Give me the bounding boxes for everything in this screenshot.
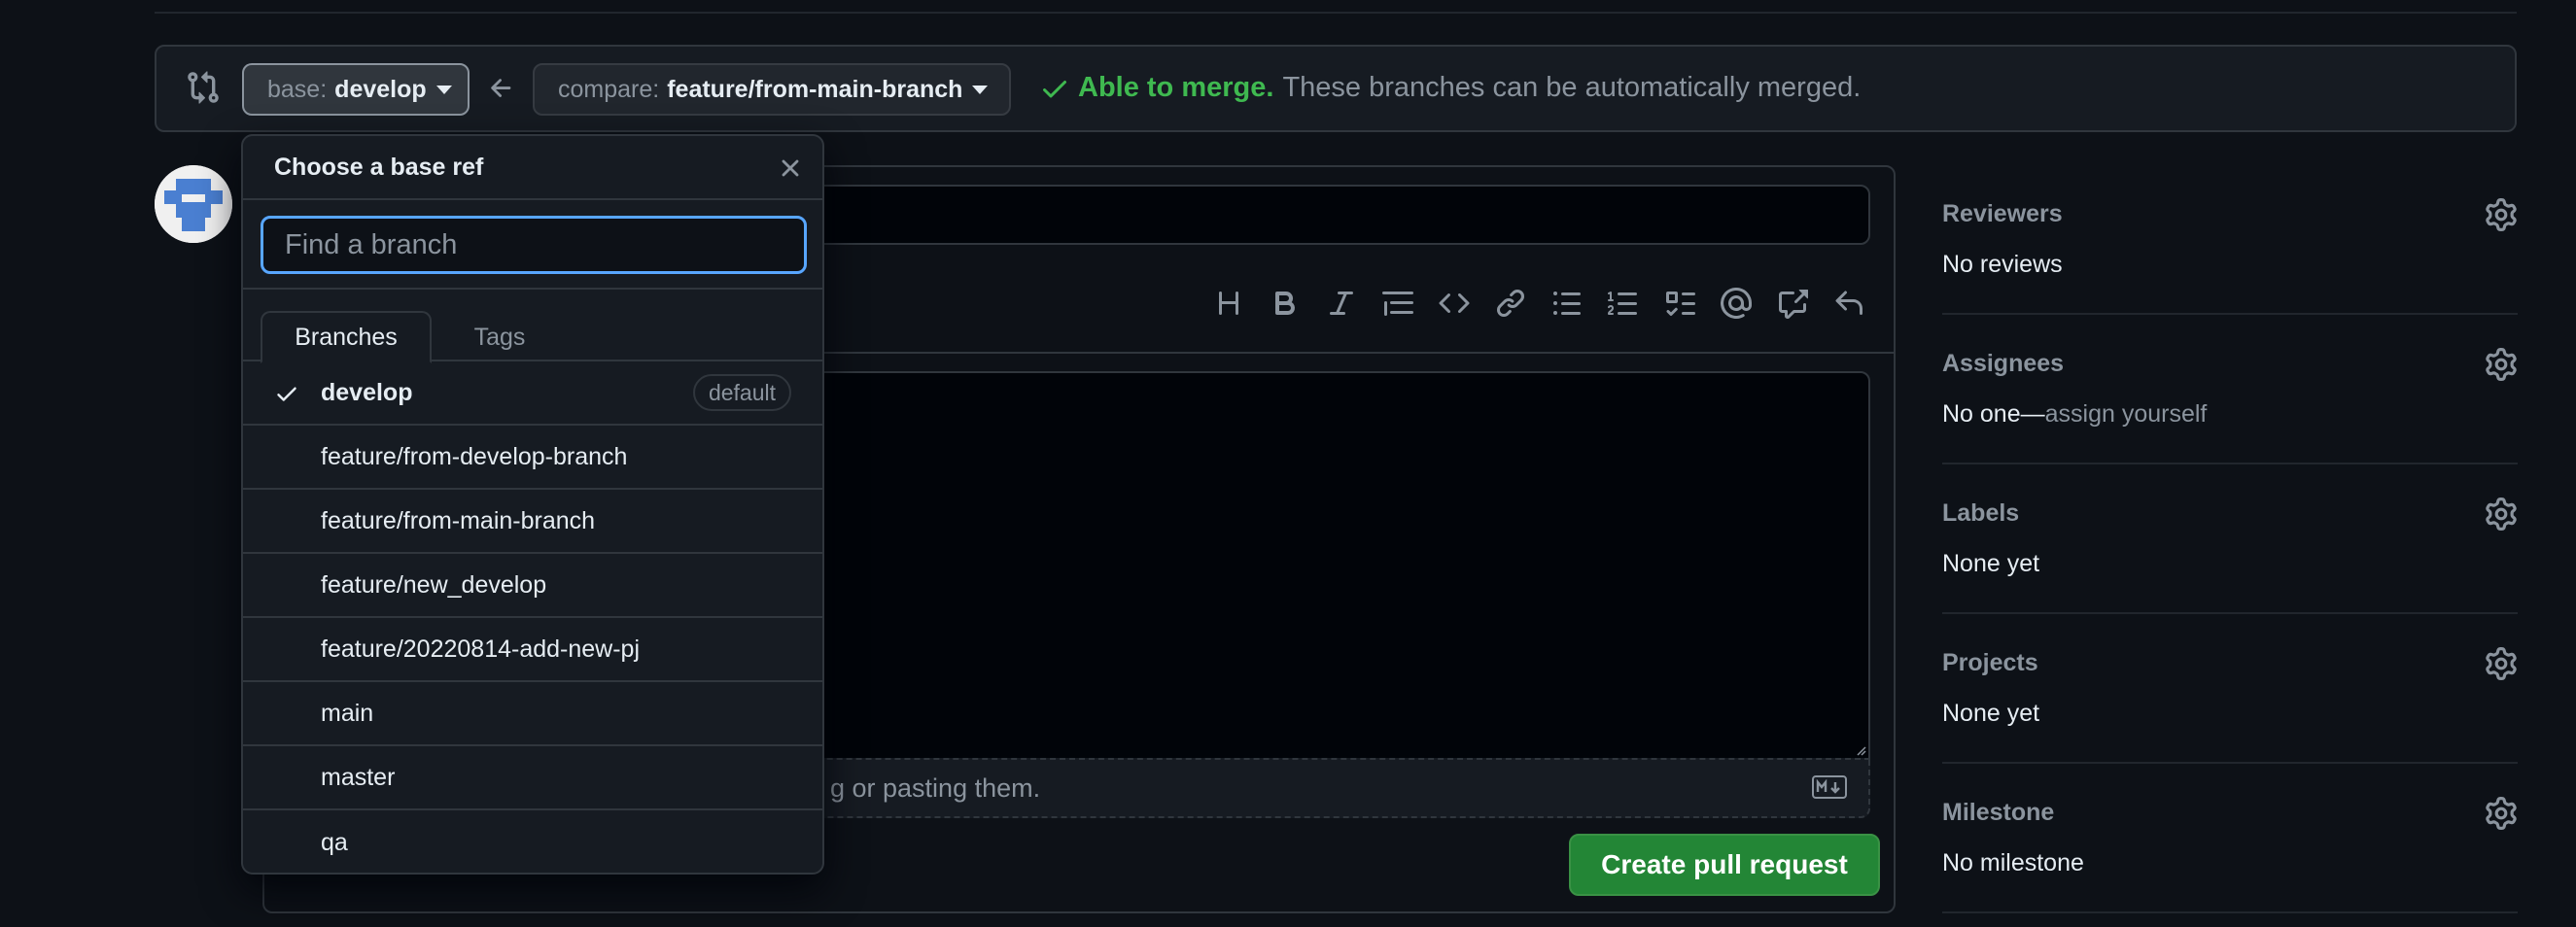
- labels-section: Labels None yet: [1942, 464, 2518, 614]
- projects-value: None yet: [1942, 700, 2040, 727]
- arrow-left-icon: [491, 79, 511, 97]
- branch-item[interactable]: feature/new_develop: [243, 554, 822, 618]
- code-icon[interactable]: [1437, 286, 1472, 321]
- branch-item[interactable]: feature/20220814-add-new-pj: [243, 618, 822, 682]
- compare-branch-button[interactable]: compare: feature/from-main-branch: [533, 63, 1011, 116]
- branch-label: feature/20220814-add-new-pj: [321, 635, 641, 663]
- assign-yourself-link[interactable]: assign yourself: [2045, 400, 2208, 428]
- markdown-icon[interactable]: [1812, 775, 1847, 799]
- check-icon: [1043, 80, 1066, 97]
- branch-list: develop default feature/from-develop-bra…: [243, 361, 822, 873]
- tab-tags[interactable]: Tags: [437, 311, 562, 363]
- branch-item[interactable]: main: [243, 682, 822, 746]
- gear-icon[interactable]: [2485, 498, 2518, 531]
- compare-value: feature/from-main-branch: [667, 75, 963, 103]
- resize-grip-icon[interactable]: [1853, 742, 1866, 756]
- base-ref-dropdown: Choose a base ref Branches Tags develop …: [241, 134, 824, 875]
- markdown-toolbar: [1211, 286, 1866, 321]
- reviewers-value: No reviews: [1942, 251, 2063, 278]
- base-branch-button[interactable]: base: develop: [242, 63, 470, 116]
- avatar: [155, 165, 232, 243]
- milestone-title[interactable]: Milestone: [1942, 799, 2054, 827]
- merge-description: These branches can be automatically merg…: [1282, 72, 1862, 103]
- assignees-section: Assignees No one—assign yourself: [1942, 315, 2518, 464]
- link-icon[interactable]: [1493, 286, 1528, 321]
- assignees-value: No one—assign yourself: [1942, 400, 2207, 429]
- mention-icon[interactable]: [1719, 286, 1754, 321]
- git-compare-icon: [188, 71, 219, 104]
- check-icon: [277, 387, 296, 401]
- base-value: develop: [334, 75, 427, 103]
- merge-status: Able to merge. These branches can be aut…: [1039, 72, 1861, 104]
- branch-label: feature/from-main-branch: [321, 506, 596, 534]
- create-pull-request-button[interactable]: Create pull request: [1569, 834, 1880, 896]
- merge-ok-text: Able to merge.: [1078, 72, 1274, 103]
- projects-section: Projects None yet: [1942, 614, 2518, 764]
- pr-sidebar: Reviewers No reviews Assignees No one—as…: [1942, 165, 2518, 913]
- branch-label: feature/from-develop-branch: [321, 442, 628, 470]
- heading-icon[interactable]: [1211, 286, 1246, 321]
- labels-title[interactable]: Labels: [1942, 499, 2019, 528]
- cross-reference-icon[interactable]: [1775, 286, 1810, 321]
- projects-title[interactable]: Projects: [1942, 649, 2038, 677]
- reviewers-title[interactable]: Reviewers: [1942, 200, 2063, 228]
- gear-icon[interactable]: [2485, 348, 2518, 381]
- branch-item[interactable]: qa: [243, 810, 822, 873]
- chevron-down-icon: [435, 85, 452, 94]
- branch-filter-input[interactable]: [261, 216, 807, 274]
- branch-label: develop: [321, 378, 413, 406]
- quote-icon[interactable]: [1380, 286, 1415, 321]
- dropdown-header: Choose a base ref: [243, 136, 822, 200]
- assignees-title[interactable]: Assignees: [1942, 350, 2064, 378]
- ordered-list-icon[interactable]: [1606, 286, 1641, 321]
- compare-bar: base: develop compare: feature/from-main…: [155, 45, 2517, 132]
- gear-icon[interactable]: [2485, 647, 2518, 680]
- milestone-section: Milestone No milestone: [1942, 764, 2518, 913]
- labels-value: None yet: [1942, 550, 2040, 577]
- dropdown-title: Choose a base ref: [274, 154, 484, 181]
- branch-item[interactable]: feature/from-main-branch: [243, 490, 822, 554]
- unordered-list-icon[interactable]: [1549, 286, 1584, 321]
- attach-hint: g or pasting them.: [830, 773, 1041, 803]
- italic-icon[interactable]: [1324, 286, 1359, 321]
- branch-item[interactable]: feature/from-develop-branch: [243, 426, 822, 490]
- default-badge: default: [692, 374, 791, 411]
- identicon-image: [155, 165, 232, 243]
- branch-label: master: [321, 763, 396, 791]
- close-icon[interactable]: [776, 154, 805, 183]
- gear-icon[interactable]: [2485, 797, 2518, 830]
- base-prefix: base:: [267, 75, 328, 103]
- reviewers-section: Reviewers No reviews: [1942, 165, 2518, 315]
- branch-label: feature/new_develop: [321, 570, 547, 599]
- tab-branches[interactable]: Branches: [261, 311, 432, 363]
- gear-icon[interactable]: [2485, 198, 2518, 231]
- bold-icon[interactable]: [1268, 286, 1303, 321]
- chevron-down-icon: [972, 85, 989, 94]
- branch-item-develop[interactable]: develop default: [243, 361, 822, 426]
- branch-item[interactable]: master: [243, 746, 822, 810]
- task-list-icon[interactable]: [1662, 286, 1697, 321]
- compare-prefix: compare:: [558, 75, 660, 103]
- branch-label: main: [321, 699, 374, 727]
- assignees-none-text: No one—: [1942, 400, 2045, 428]
- top-divider: [155, 12, 2517, 14]
- reply-icon[interactable]: [1831, 286, 1866, 321]
- branch-label: qa: [321, 828, 348, 856]
- milestone-value: No milestone: [1942, 849, 2084, 876]
